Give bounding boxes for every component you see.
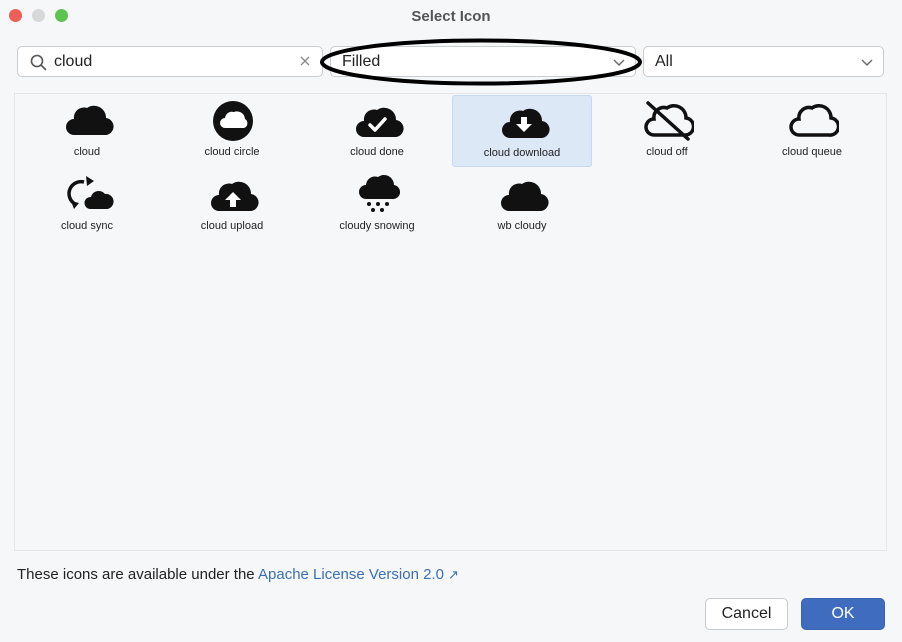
wb-cloudy-icon	[501, 181, 549, 212]
icon-label: cloud download	[483, 147, 561, 159]
license-text: These icons are available under the	[17, 566, 255, 583]
icon-label: cloud done	[350, 146, 404, 158]
icon-item-wb-cloudy[interactable]: wb cloudy	[452, 169, 592, 241]
search-field[interactable]	[17, 46, 323, 77]
search-input[interactable]	[54, 50, 294, 74]
icon-label: cloud off	[646, 146, 688, 158]
chevron-down-icon	[861, 59, 873, 66]
icon-item-cloud-done[interactable]: cloud done	[307, 95, 447, 167]
icon-label: cloud queue	[782, 146, 842, 158]
style-dropdown[interactable]: Filled	[330, 46, 636, 77]
select-icon-dialog: Select Icon Filled All cl	[0, 0, 902, 642]
cloud-download-icon	[502, 108, 550, 139]
cloud-sync-icon	[67, 176, 114, 209]
icon-label: cloudy snowing	[339, 220, 415, 232]
icon-item-cloud-off[interactable]: cloud off	[597, 95, 737, 167]
cloudy-snowing-icon	[359, 175, 401, 212]
icon-item-cloud-circle[interactable]: cloud circle	[162, 95, 302, 167]
icon-item-cloudy-snowing[interactable]: cloudy snowing	[307, 169, 447, 241]
license-link[interactable]: Apache License Version 2.0	[258, 566, 444, 583]
icon-label: cloud sync	[61, 220, 113, 232]
search-icon	[30, 54, 47, 71]
cloud-off-icon	[644, 101, 694, 141]
icon-label: cloud circle	[204, 146, 260, 158]
cloud-icon	[66, 105, 114, 136]
icon-label: wb cloudy	[497, 220, 547, 232]
license-note: These icons are available under the Apac…	[17, 566, 459, 583]
cloud-circle-icon	[213, 101, 253, 141]
title-bar: Select Icon	[0, 0, 902, 32]
cloud-queue-icon	[789, 104, 839, 137]
icon-label: cloud upload	[200, 220, 264, 232]
window-title: Select Icon	[411, 8, 491, 25]
category-dropdown[interactable]: All	[643, 46, 884, 77]
icon-item-cloud-upload[interactable]: cloud upload	[162, 169, 302, 241]
icon-item-cloud-queue[interactable]: cloud queue	[742, 95, 882, 167]
cloud-upload-icon	[211, 181, 259, 212]
style-dropdown-value: Filled	[342, 53, 381, 70]
cancel-button[interactable]: Cancel	[705, 598, 788, 630]
clear-icon[interactable]	[298, 54, 312, 68]
icon-label: cloud	[73, 146, 101, 158]
icon-grid: cloud cloud circle cloud done cloud down…	[14, 93, 887, 551]
external-link-icon[interactable]: ↗	[448, 567, 459, 582]
chevron-down-icon	[613, 59, 625, 66]
icon-item-cloud[interactable]: cloud	[17, 95, 157, 167]
icon-item-cloud-download[interactable]: cloud download	[452, 95, 592, 167]
category-dropdown-value: All	[655, 53, 673, 70]
icon-item-cloud-sync[interactable]: cloud sync	[17, 169, 157, 241]
cloud-done-icon	[356, 107, 404, 138]
ok-button[interactable]: OK	[801, 598, 885, 630]
